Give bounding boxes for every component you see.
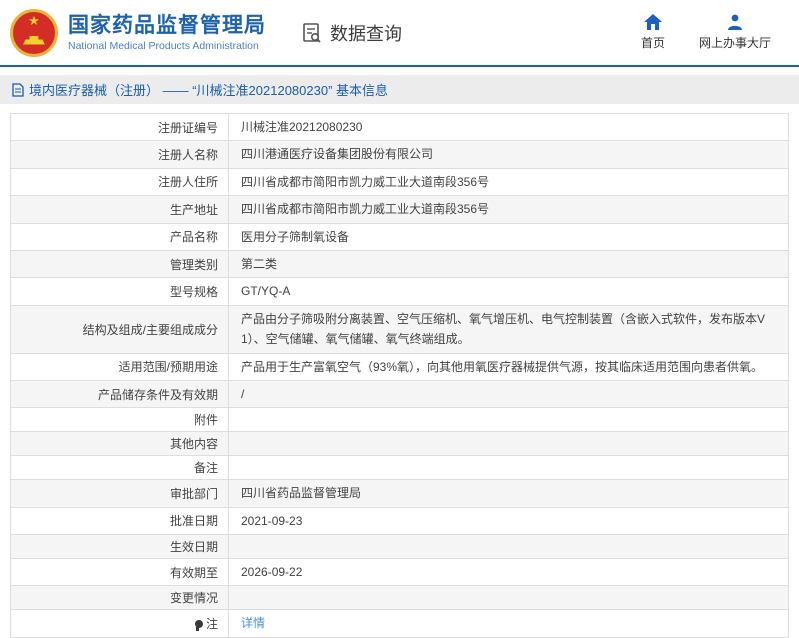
row-label-text: 注 (205, 617, 218, 632)
table-row-other-content: 其他内容 (11, 432, 788, 457)
row-label: 适用范围/预期用途 (11, 353, 229, 380)
details-link[interactable]: 详情 (241, 613, 265, 633)
row-value: 2026-09-22 (241, 565, 303, 580)
table-row-intended-use: 适用范围/预期用途 产品用于生产富氧空气（93%氧），向其他用氧医疗器械提供气源… (11, 353, 788, 381)
row-value: 产品用于生产富氧空气（93%氧），向其他用氧医疗器械提供气源，按其临床适用范围向… (241, 359, 764, 374)
row-value: / (241, 386, 245, 401)
table-row-product-name: 产品名称 医用分子筛制氧设备 (11, 223, 788, 251)
row-value: 四川省成都市简阳市凯力威工业大道南段356号 (241, 202, 490, 217)
table-row-attachment: 附件 (11, 408, 788, 433)
row-value: 第二类 (241, 256, 278, 271)
row-value: GT/YQ-A (241, 284, 291, 299)
row-label: 变更情况 (11, 586, 229, 610)
row-value: 四川省成都市简阳市凯力威工业大道南段356号 (241, 174, 490, 189)
person-icon (727, 14, 743, 30)
nav-online-service-hall-label: 网上办事大厅 (698, 36, 771, 50)
row-label: 结构及组成/主要组成成分 (11, 305, 229, 353)
row-label: 注册人名称 (11, 141, 229, 168)
page-header: ★ 国家药品监督管理局 National Medical Products Ad… (0, 0, 799, 67)
nav-online-service-hall[interactable]: 网上办事大厅 (699, 14, 771, 51)
row-value: 医用分子筛制氧设备 (241, 229, 350, 244)
row-label: 注 (11, 610, 229, 637)
table-row-production-address: 生产地址 四川省成都市简阳市凯力威工业大道南段356号 (11, 196, 788, 224)
row-value: 四川港通医疗设备集团股份有限公司 (241, 147, 434, 162)
table-row-note: 注 详情 (11, 610, 788, 637)
breadcrumb: 境内医疗器械（注册） —— “川械注准20212080230” 基本信息 (0, 75, 799, 104)
row-label: 审批部门 (11, 480, 229, 507)
national-emblem-logo: ★ (10, 8, 58, 57)
table-row-change-status: 变更情况 (11, 586, 788, 611)
table-row-structure-composition: 结构及组成/主要组成成分 产品由分子筛吸附分离装置、空气压缩机、氧气增压机、电气… (11, 305, 788, 354)
row-label: 生效日期 (11, 535, 229, 559)
table-row-approval-department: 审批部门 四川省药品监督管理局 (11, 480, 788, 508)
row-label: 附件 (11, 408, 229, 432)
header-nav: 首页 网上办事大厅 (641, 14, 771, 51)
table-row-registrant-address: 注册人住所 四川省成都市简阳市凯力威工业大道南段356号 (11, 168, 788, 197)
row-value: 四川省药品监督管理局 (241, 486, 362, 501)
row-label: 批准日期 (11, 507, 229, 535)
row-label: 管理类别 (11, 250, 229, 278)
table-row-remarks: 备注 (11, 456, 788, 481)
table-row-approval-date: 批准日期 2021-09-23 (11, 507, 788, 536)
table-row-storage-conditions: 产品储存条件及有效期 / (11, 380, 788, 409)
row-value (229, 432, 788, 455)
star-icon: ★ (28, 12, 40, 28)
row-value: 2021-09-23 (241, 513, 303, 528)
site-subtitle: National Medical Products Administration (68, 40, 259, 53)
row-label: 有效期至 (11, 559, 229, 586)
nav-home[interactable]: 首页 (641, 14, 665, 51)
document-icon (12, 82, 24, 97)
table-row-management-category: 管理类别 第二类 (11, 250, 788, 279)
row-value (229, 408, 788, 431)
registration-info-table: 注册证编号 川械注准20212080230 注册人名称 四川港通医疗设备集团股份… (10, 113, 789, 638)
row-label: 注册人住所 (11, 168, 229, 196)
row-label: 生产地址 (11, 196, 229, 223)
table-row-registrant-name: 注册人名称 四川港通医疗设备集团股份有限公司 (11, 141, 788, 169)
table-row-registration-number: 注册证编号 川械注准20212080230 (11, 114, 788, 142)
row-label: 产品名称 (11, 223, 229, 250)
row-label: 型号规格 (11, 278, 229, 305)
row-value (229, 586, 788, 609)
site-title-block: 国家药品监督管理局 National Medical Products Admi… (68, 13, 266, 52)
nav-home-label: 首页 (640, 36, 665, 50)
gate-icon (23, 35, 45, 45)
row-label: 其他内容 (11, 432, 229, 456)
note-icon (194, 619, 203, 631)
table-row-model-spec: 型号规格 GT/YQ-A (11, 278, 788, 306)
row-value (229, 456, 788, 479)
table-row-valid-until: 有效期至 2026-09-22 (11, 559, 788, 587)
data-query-section[interactable]: 数据查询 (300, 20, 402, 46)
row-value: 川械注准20212080230 (241, 120, 363, 134)
row-value (229, 535, 788, 558)
data-query-label: 数据查询 (330, 23, 402, 44)
row-value: 产品由分子筛吸附分离装置、空气压缩机、氧气增压机、电气控制装置（含嵌入式软件，发… (241, 311, 766, 347)
row-label: 备注 (11, 456, 229, 480)
row-value: 详情 (229, 610, 788, 636)
document-search-icon (300, 21, 324, 45)
breadcrumb-text: 境内医疗器械（注册） —— “川械注准20212080230” 基本信息 (29, 83, 389, 98)
row-label: 产品储存条件及有效期 (11, 380, 229, 408)
row-label: 注册证编号 (11, 114, 229, 141)
table-row-effective-date: 生效日期 (11, 535, 788, 560)
home-icon (643, 14, 662, 30)
site-title: 国家药品监督管理局 (68, 13, 266, 37)
